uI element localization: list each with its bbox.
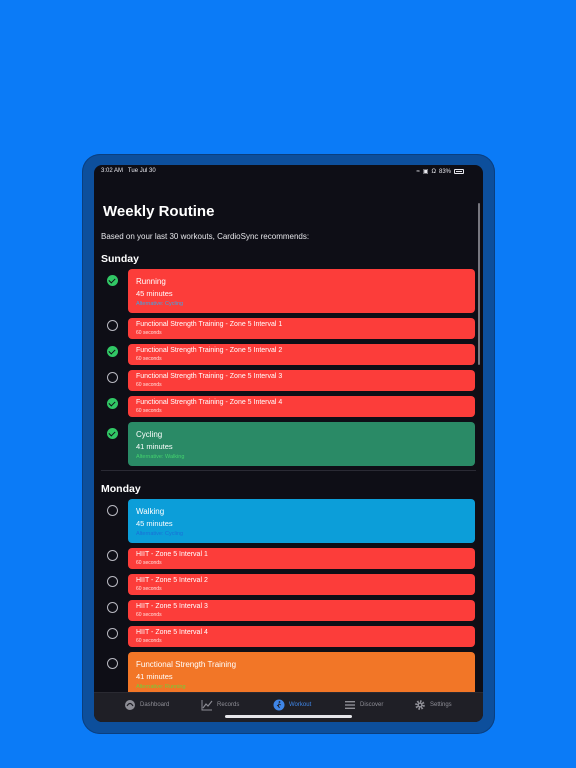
workout-card-interval[interactable]: HIIT - Zone 5 Interval 2 60 seconds: [128, 574, 475, 595]
workout-name: HIIT - Zone 5 Interval 3: [136, 603, 208, 610]
empty-circle-icon[interactable]: [107, 372, 118, 383]
run-icon: [273, 699, 285, 711]
empty-circle-icon[interactable]: [107, 320, 118, 331]
gear-icon: [415, 700, 425, 710]
scrollbar[interactable]: [478, 203, 480, 365]
workout-duration: 60 seconds: [136, 586, 162, 592]
chart-icon: [201, 700, 213, 711]
workout-duration: 41 minutes: [136, 442, 173, 451]
dashboard-icon: [125, 700, 135, 710]
checkmark-icon[interactable]: [107, 346, 118, 357]
wifi-icon: ≈: [416, 168, 420, 175]
workout-duration: 45 minutes: [136, 519, 173, 528]
workout-duration: 60 seconds: [136, 638, 162, 644]
tab-discover[interactable]: Discover: [344, 699, 383, 711]
workout-duration: 45 minutes: [136, 289, 173, 298]
empty-circle-icon[interactable]: [107, 602, 118, 613]
workout-card-strength[interactable]: Functional Strength Training 41 minutes …: [128, 652, 475, 696]
headphones-icon: Ω: [431, 168, 436, 175]
day-heading-monday: Monday: [101, 483, 141, 495]
workout-name: Functional Strength Training - Zone 5 In…: [136, 399, 283, 406]
workout-card-walking[interactable]: Walking 45 minutes Alternative: Cycling: [128, 499, 475, 543]
workout-card-interval[interactable]: Functional Strength Training - Zone 5 In…: [128, 344, 475, 365]
tab-settings[interactable]: Settings: [414, 699, 452, 711]
workout-duration: 60 seconds: [136, 330, 162, 336]
workout-name: Functional Strength Training - Zone 5 In…: [136, 347, 283, 354]
workout-name: Functional Strength Training - Zone 5 In…: [136, 321, 283, 328]
workout-name: HIIT - Zone 5 Interval 2: [136, 577, 208, 584]
app-screen: 3:02 AM Tue Jul 30 ≈ ▣ Ω 83% Weekly Rout…: [94, 165, 483, 722]
workout-card-interval[interactable]: Functional Strength Training - Zone 5 In…: [128, 370, 475, 391]
workout-name: Walking: [136, 507, 165, 516]
tab-dashboard[interactable]: Dashboard: [124, 699, 169, 711]
status-time-date: 3:02 AM Tue Jul 30: [101, 168, 156, 174]
workout-alternative: Alternative: Cycling: [136, 531, 184, 537]
workout-duration: 60 seconds: [136, 560, 162, 566]
workout-card-interval[interactable]: Functional Strength Training - Zone 5 In…: [128, 396, 475, 417]
workout-duration: 60 seconds: [136, 382, 162, 388]
workout-alternative: Alternative: Running: [136, 684, 186, 690]
workout-name: Functional Strength Training - Zone 5 In…: [136, 373, 283, 380]
checkmark-icon[interactable]: [107, 275, 118, 286]
list-icon: [345, 701, 355, 709]
tab-workout[interactable]: Workout: [273, 699, 311, 711]
home-indicator[interactable]: [225, 715, 352, 718]
workout-duration: 60 seconds: [136, 356, 162, 362]
day-heading-sunday: Sunday: [101, 253, 139, 265]
empty-circle-icon[interactable]: [107, 550, 118, 561]
status-bar: 3:02 AM Tue Jul 30 ≈ ▣ Ω 83%: [94, 165, 483, 179]
workout-name: Cycling: [136, 430, 163, 439]
page-title: Weekly Routine: [103, 203, 215, 220]
battery-icon: [454, 169, 464, 174]
workout-duration: 41 minutes: [136, 672, 173, 681]
workout-card-interval[interactable]: Functional Strength Training - Zone 5 In…: [128, 318, 475, 339]
workout-card-cycling[interactable]: Cycling 41 minutes Alternative: Walking: [128, 422, 475, 466]
workout-card-interval[interactable]: HIIT - Zone 5 Interval 3 60 seconds: [128, 600, 475, 621]
workout-card-interval[interactable]: HIIT - Zone 5 Interval 4 60 seconds: [128, 626, 475, 647]
car-icon: ▣: [422, 169, 429, 175]
battery-percent: 83%: [438, 168, 451, 175]
workout-alternative: Alternative: Cycling: [136, 301, 184, 307]
empty-circle-icon[interactable]: [107, 658, 118, 669]
checkmark-icon[interactable]: [107, 428, 118, 439]
tab-records[interactable]: Records: [201, 699, 239, 711]
page-subtitle: Based on your last 30 workouts, CardioSy…: [101, 232, 310, 241]
workout-alternative: Alternative: Walking: [136, 454, 185, 460]
workout-card-running[interactable]: Running 45 minutes Alternative: Cycling: [128, 269, 475, 313]
workout-duration: 60 seconds: [136, 612, 162, 618]
workout-card-interval[interactable]: HIIT - Zone 5 Interval 1 60 seconds: [128, 548, 475, 569]
section-divider: [101, 470, 476, 471]
workout-name: HIIT - Zone 5 Interval 4: [136, 629, 208, 636]
empty-circle-icon[interactable]: [107, 505, 118, 516]
workout-name: Running: [136, 277, 166, 286]
workout-duration: 60 seconds: [136, 408, 162, 414]
empty-circle-icon[interactable]: [107, 576, 118, 587]
checkmark-icon[interactable]: [107, 398, 118, 409]
workout-name: HIIT - Zone 5 Interval 1: [136, 551, 208, 558]
status-right: ≈ ▣ Ω 83%: [417, 168, 464, 175]
empty-circle-icon[interactable]: [107, 628, 118, 639]
workout-name: Functional Strength Training: [136, 660, 237, 669]
